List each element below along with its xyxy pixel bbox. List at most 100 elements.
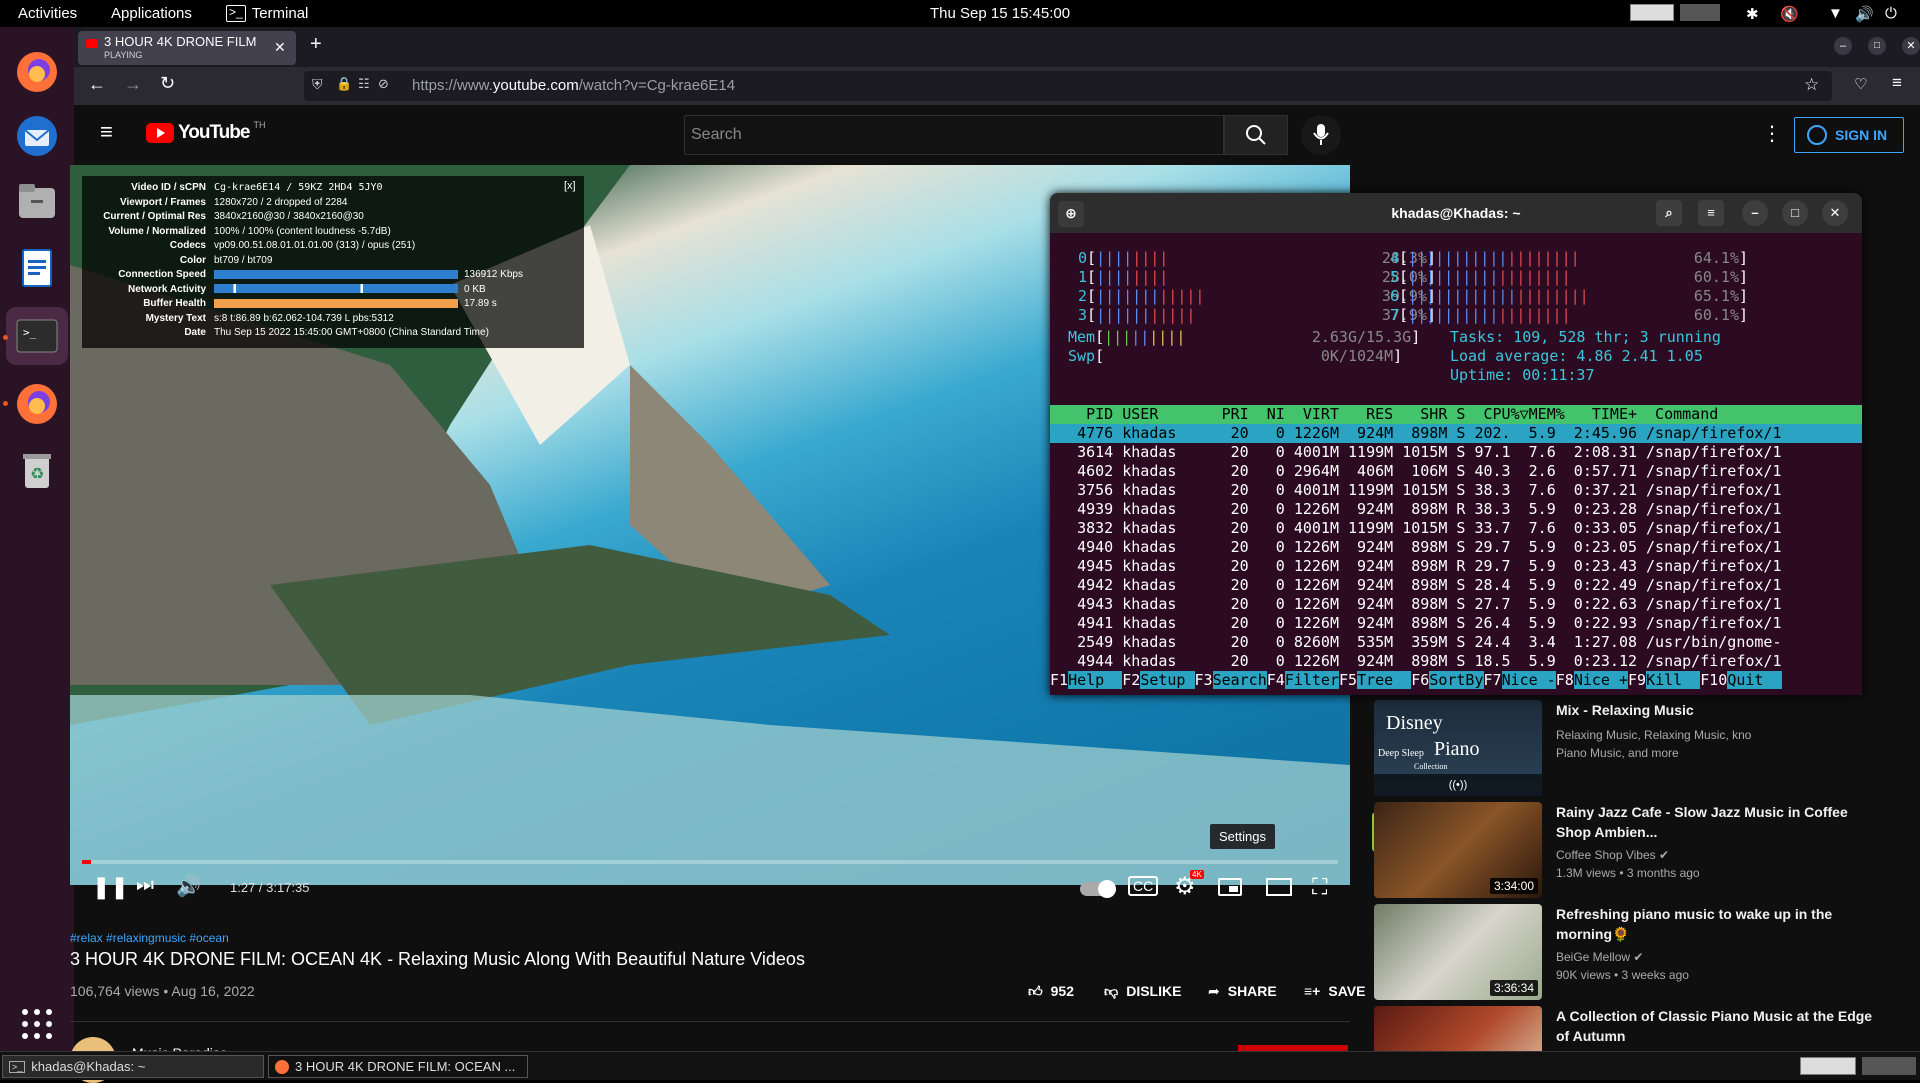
bluetooth-icon[interactable]: ✱: [1746, 5, 1759, 23]
pocket-icon[interactable]: ♡: [1854, 75, 1867, 93]
applications-menu[interactable]: Applications: [111, 5, 192, 22]
next-icon[interactable]: ⏭: [136, 874, 154, 897]
fkey-label[interactable]: Kill: [1646, 671, 1701, 689]
fkey-label[interactable]: Tree: [1357, 671, 1412, 689]
bookmark-star-icon[interactable]: ☆: [1804, 75, 1819, 95]
like-button[interactable]: 👍︎ 952: [1028, 983, 1074, 1000]
activities-button[interactable]: Activities: [18, 5, 77, 22]
files-launcher[interactable]: [12, 177, 62, 227]
power-icon[interactable]: ⏻: [1885, 5, 1897, 22]
recommendation-item[interactable]: Disney Deep Sleep Piano Collection ((•))…: [1374, 700, 1894, 796]
fkey-label[interactable]: Filter: [1284, 671, 1339, 689]
clock[interactable]: Thu Sep 15 15:45:00: [930, 5, 1070, 22]
sign-in-button[interactable]: SIGN IN: [1794, 117, 1904, 153]
maximize-icon[interactable]: □: [1782, 200, 1808, 226]
fullscreen-icon[interactable]: ⛶: [1312, 874, 1327, 900]
fkey-f10[interactable]: F10: [1700, 671, 1727, 689]
rec-title[interactable]: Refreshing piano music to wake up in the…: [1556, 904, 1886, 944]
process-row[interactable]: 4942 khadas 20 0 1226M 924M 898M S 28.4 …: [1050, 576, 1862, 595]
process-row[interactable]: 3832 khadas 20 0 4001M 1199M 1015M S 33.…: [1050, 519, 1862, 538]
process-row[interactable]: 4944 khadas 20 0 1226M 924M 898M S 18.5 …: [1050, 652, 1862, 671]
app-menu-terminal[interactable]: >_ Terminal: [226, 5, 308, 22]
recommendation-item[interactable]: 3:34:00 Rainy Jazz Cafe - Slow Jazz Musi…: [1374, 802, 1894, 898]
pause-icon[interactable]: ❚❚: [92, 874, 129, 900]
process-row[interactable]: 4943 khadas 20 0 1226M 924M 898M S 27.7 …: [1050, 595, 1862, 614]
fkey-label[interactable]: Search: [1212, 671, 1267, 689]
fkey-label[interactable]: Quit: [1727, 671, 1782, 689]
volume-icon[interactable]: 🔊: [176, 874, 201, 899]
save-button[interactable]: ≡+ SAVE: [1304, 983, 1365, 999]
autoplay-toggle[interactable]: [1080, 880, 1116, 898]
voice-search-button[interactable]: [1301, 115, 1341, 155]
terminal-launcher[interactable]: >_: [6, 307, 68, 365]
process-row[interactable]: 4941 khadas 20 0 1226M 924M 898M S 26.4 …: [1050, 614, 1862, 633]
lock-icon[interactable]: 🔒: [336, 76, 352, 92]
fkey-label[interactable]: Nice +: [1573, 671, 1628, 689]
recommendation-item[interactable]: A Collection of Classic Piano Music at t…: [1374, 1006, 1894, 1051]
search-icon[interactable]: ⌕: [1656, 200, 1682, 226]
close-tab-icon[interactable]: ✕: [274, 39, 286, 56]
process-row[interactable]: 4940 khadas 20 0 1226M 924M 898M S 29.7 …: [1050, 538, 1862, 557]
fkey-label[interactable]: Help: [1068, 671, 1123, 689]
minimize-icon[interactable]: –: [1742, 200, 1768, 226]
share-button[interactable]: ➦ SHARE: [1208, 983, 1277, 1000]
fkey-f3[interactable]: F3: [1195, 671, 1213, 689]
fkey-f5[interactable]: F5: [1339, 671, 1357, 689]
shield-icon[interactable]: ⛨: [312, 76, 323, 93]
fkey-label[interactable]: Setup: [1140, 671, 1195, 689]
more-options-icon[interactable]: ⋮: [1762, 121, 1782, 146]
fkey-f2[interactable]: F2: [1122, 671, 1140, 689]
close-window-icon[interactable]: ✕: [1902, 37, 1920, 55]
url-bar[interactable]: ⛨ 🔒 ☷ ⊘ https://www.youtube.com/watch?v=…: [304, 71, 1832, 101]
rec-title[interactable]: A Collection of Classic Piano Music at t…: [1556, 1006, 1886, 1046]
process-row[interactable]: 4602 khadas 20 0 2964M 406M 106M S 40.3 …: [1050, 462, 1862, 481]
firefox-launcher[interactable]: [12, 47, 62, 97]
permissions-icon[interactable]: ☷: [358, 76, 370, 92]
search-input[interactable]: Search: [684, 115, 1224, 155]
app-menu-icon[interactable]: ≡: [1892, 73, 1902, 93]
minimize-icon[interactable]: –: [1834, 37, 1852, 55]
autoplay-blocked-icon[interactable]: ⊘: [378, 76, 389, 92]
taskbar-item-terminal[interactable]: >_ khadas@Khadas: ~: [2, 1055, 264, 1078]
new-tab-button[interactable]: +: [310, 33, 322, 56]
firefox-launcher-2[interactable]: [12, 379, 62, 429]
theater-mode-icon[interactable]: [1266, 878, 1292, 896]
rec-thumbnail[interactable]: 3:34:00: [1374, 802, 1542, 898]
workspace-switcher-1[interactable]: [1800, 1057, 1856, 1075]
recommendation-item[interactable]: 3:36:34 Refreshing piano music to wake u…: [1374, 904, 1894, 1000]
workspace-indicator-1[interactable]: [1630, 4, 1674, 21]
fkey-f7[interactable]: F7: [1484, 671, 1502, 689]
workspace-indicator-2[interactable]: [1680, 4, 1720, 21]
progress-bar[interactable]: [82, 860, 1338, 864]
rec-thumbnail[interactable]: 3:36:34: [1374, 904, 1542, 1000]
process-row[interactable]: 4945 khadas 20 0 1226M 924M 898M R 29.7 …: [1050, 557, 1862, 576]
show-apps-button[interactable]: [12, 999, 62, 1049]
volume-muted-icon[interactable]: 🔇: [1780, 5, 1799, 23]
fkey-f4[interactable]: F4: [1267, 671, 1285, 689]
guide-menu-icon[interactable]: ≡: [100, 119, 113, 145]
process-row[interactable]: 3756 khadas 20 0 4001M 1199M 1015M S 38.…: [1050, 481, 1862, 500]
fkey-f6[interactable]: F6: [1411, 671, 1429, 689]
htop-output[interactable]: 0[|||||||| 28.3%] 1[|||||||| 28.0%] 2[||||…: [1050, 233, 1862, 695]
hashtags[interactable]: #relax #relaxingmusic #ocean: [70, 931, 229, 945]
rec-channel[interactable]: Coffee Shop Vibes ✔: [1556, 846, 1669, 864]
rec-thumbnail[interactable]: [1374, 1006, 1542, 1051]
writer-launcher[interactable]: [12, 243, 62, 293]
process-row[interactable]: 4776 khadas 20 0 1226M 924M 898M S 202. …: [1050, 424, 1862, 443]
hamburger-menu-icon[interactable]: ≡: [1698, 200, 1724, 226]
process-row[interactable]: 4939 khadas 20 0 1226M 924M 898M R 38.3 …: [1050, 500, 1862, 519]
dislike-button[interactable]: 👎︎ DISLIKE: [1104, 983, 1181, 1000]
fkey-f9[interactable]: F9: [1628, 671, 1646, 689]
trash-launcher[interactable]: ♻: [12, 445, 62, 495]
forward-icon[interactable]: →: [124, 74, 142, 95]
search-button[interactable]: [1224, 115, 1288, 155]
process-table-header[interactable]: PID USER PRI NI VIRT RES SHR S CPU%▽MEM%…: [1050, 405, 1862, 424]
browser-tab[interactable]: 3 HOUR 4K DRONE FILM PLAYING ✕: [78, 31, 296, 65]
workspace-switcher-2[interactable]: [1862, 1057, 1916, 1075]
wifi-icon[interactable]: ▼: [1828, 5, 1843, 22]
process-row[interactable]: 3614 khadas 20 0 4001M 1199M 1015M S 97.…: [1050, 443, 1862, 462]
rec-channel[interactable]: BeiGe Mellow ✔: [1556, 948, 1643, 966]
reload-icon[interactable]: ↻: [160, 73, 175, 94]
thunderbird-launcher[interactable]: [12, 111, 62, 161]
maximize-icon[interactable]: □: [1868, 37, 1886, 55]
